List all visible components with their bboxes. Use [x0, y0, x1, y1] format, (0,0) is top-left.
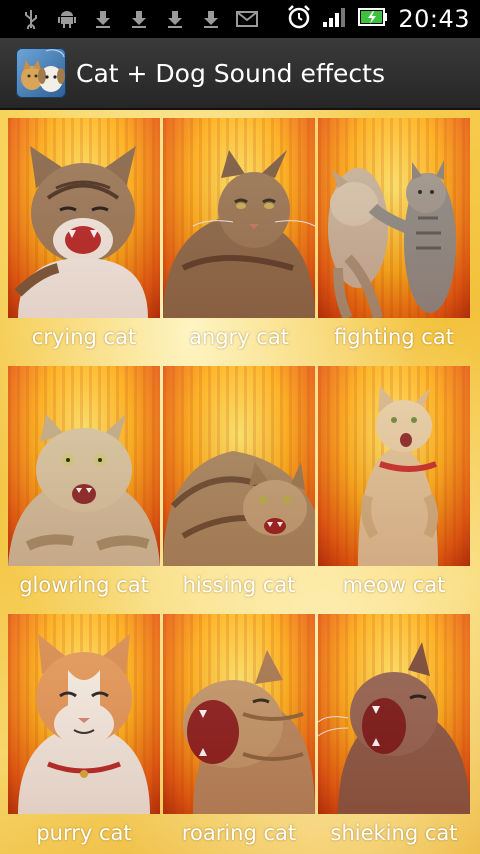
- sound-item-hissing-cat[interactable]: hissing cat: [163, 366, 315, 606]
- sound-label: roaring cat: [181, 821, 297, 845]
- crying-cat-image: [8, 118, 160, 318]
- hissing-cat-image: [163, 366, 315, 566]
- purry-cat-image: [8, 614, 160, 814]
- angry-cat-image: [163, 118, 315, 318]
- battery-charging-icon: [358, 7, 388, 31]
- usb-icon: [20, 8, 42, 30]
- sound-item-shieking-cat[interactable]: shieking cat: [318, 614, 470, 854]
- sound-grid-container: crying cat angry cat fighting cat glowri…: [0, 110, 480, 854]
- status-time: 20:43: [398, 5, 470, 33]
- roaring-cat-image: [163, 614, 315, 814]
- sound-label: crying cat: [31, 325, 137, 349]
- sound-grid: crying cat angry cat fighting cat glowri…: [8, 118, 470, 854]
- meow-cat-image: [318, 366, 470, 566]
- sound-label: hissing cat: [182, 573, 296, 597]
- sound-item-fighting-cat[interactable]: fighting cat: [318, 118, 470, 358]
- sound-item-meow-cat[interactable]: meow cat: [318, 366, 470, 606]
- app-icon[interactable]: [16, 48, 66, 98]
- sound-item-glowring-cat[interactable]: glowring cat: [8, 366, 160, 606]
- sound-item-purry-cat[interactable]: purry cat: [8, 614, 160, 854]
- email-icon: [236, 8, 258, 30]
- download-icon: [200, 8, 222, 30]
- sound-item-crying-cat[interactable]: crying cat: [8, 118, 160, 358]
- android-debug-icon: [56, 8, 78, 30]
- app-title: Cat + Dog Sound effects: [76, 58, 386, 88]
- alarm-clock-icon: [286, 4, 312, 34]
- download-icon: [164, 8, 186, 30]
- sound-label: angry cat: [189, 325, 289, 349]
- sound-label: purry cat: [36, 821, 132, 845]
- sound-label: fighting cat: [334, 325, 454, 349]
- action-bar: Cat + Dog Sound effects: [0, 38, 480, 110]
- glowring-cat-image: [8, 366, 160, 566]
- download-icon: [92, 8, 114, 30]
- sound-item-roaring-cat[interactable]: roaring cat: [163, 614, 315, 854]
- sound-label: meow cat: [342, 573, 446, 597]
- sound-label: glowring cat: [19, 573, 149, 597]
- shieking-cat-image: [318, 614, 470, 814]
- signal-icon: [322, 6, 348, 32]
- status-bar: 20:43: [0, 0, 480, 38]
- sound-label: shieking cat: [330, 821, 458, 845]
- fighting-cat-image: [318, 118, 470, 318]
- system-icons: 20:43: [286, 4, 480, 34]
- notification-icons: [0, 8, 258, 30]
- sound-item-angry-cat[interactable]: angry cat: [163, 118, 315, 358]
- download-icon: [128, 8, 150, 30]
